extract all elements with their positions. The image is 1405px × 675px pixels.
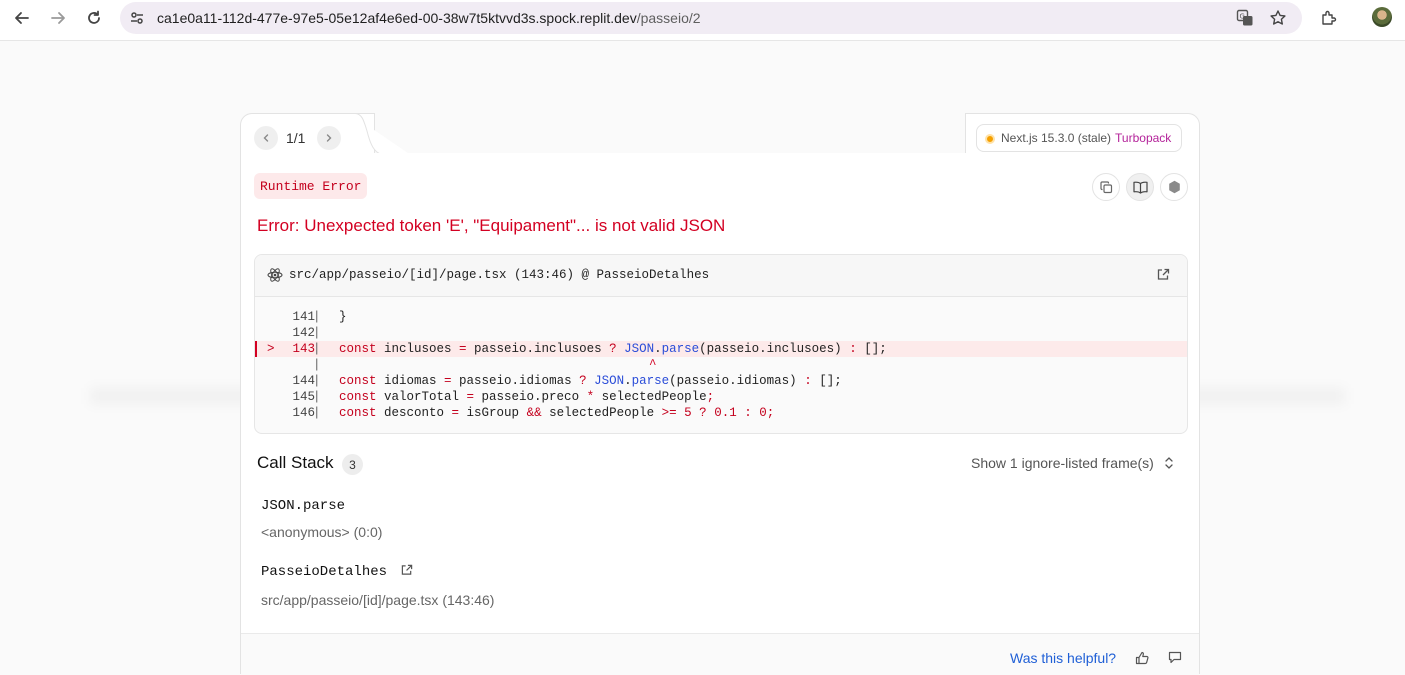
tab-curve <box>350 113 410 155</box>
back-arrow-icon[interactable] <box>8 4 36 32</box>
next-error-button[interactable] <box>317 126 341 150</box>
nextjs-version-badge[interactable]: Next.js 15.3.0 (stale) Turbopack <box>976 124 1183 152</box>
previous-error-button[interactable] <box>254 126 278 150</box>
site-settings-icon[interactable] <box>129 10 145 31</box>
error-overlay-header: 1/1 Next.js 15.3.0 (stale) Turbopack <box>240 113 1200 155</box>
stack-frame-location: src/app/passeio/[id]/page.tsx (143:46) <box>261 592 495 608</box>
error-line-code: const inclusoes = passeio.inclusoes ? JS… <box>339 342 887 356</box>
extensions-puzzle-icon[interactable] <box>1315 4 1343 32</box>
url-text: ca1e0a11-112d-477e-97e5-05e12af4e6ed-00-… <box>157 10 701 26</box>
error-dialog: Runtime Error Error: Unexpected token 'E… <box>240 153 1200 675</box>
error-message: Error: Unexpected token 'E', "Equipament… <box>257 216 726 235</box>
code-lines: 141 |} 142 | >143 | const inclusoes = passei… <box>255 309 1187 421</box>
code-line: 142 | <box>292 326 321 340</box>
feedback-prompt: Was this helpful? <box>1010 650 1117 666</box>
profile-avatar[interactable] <box>1372 7 1392 27</box>
address-bar[interactable]: ca1e0a11-112d-477e-97e5-05e12af4e6ed-00-… <box>120 2 1302 34</box>
thumbs-down-icon[interactable] <box>1168 651 1182 665</box>
show-ignored-frames-toggle[interactable]: Show 1 ignore-listed frame(s) <box>971 455 1174 471</box>
copy-error-button[interactable] <box>1092 173 1120 201</box>
svg-text:G: G <box>1240 13 1245 21</box>
docs-book-button[interactable] <box>1126 173 1154 201</box>
forward-arrow-icon[interactable] <box>44 4 72 32</box>
version-text: Next.js 15.3.0 (stale) <box>1001 131 1112 145</box>
open-in-editor-icon[interactable] <box>401 564 413 576</box>
browser-toolbar: ca1e0a11-112d-477e-97e5-05e12af4e6ed-00-… <box>0 0 1405 41</box>
code-line: 144 | const idiomas = passeio.idiomas ? JS… <box>292 374 842 388</box>
error-count: 1/1 <box>286 130 306 146</box>
thumbs-up-icon[interactable] <box>1135 651 1149 665</box>
stack-frame-name: JSON.parse <box>261 498 346 514</box>
nodejs-inspector-icon[interactable] <box>1160 173 1188 201</box>
open-in-editor-icon[interactable] <box>1157 268 1170 286</box>
overlay-footer: Was this helpful? <box>241 633 1199 675</box>
code-line-error: >143 | const inclusoes = passeio.inclusoes… <box>255 341 1187 357</box>
error-type-badge: Runtime Error <box>254 173 368 199</box>
code-frame-header: src/app/passeio/[id]/page.tsx (143:46) @… <box>255 255 1187 297</box>
code-line: 146 | const desconto = isGroup && selected… <box>292 406 775 420</box>
stack-frame-location: <anonymous> (0:0) <box>261 524 383 540</box>
code-frame: src/app/passeio/[id]/page.tsx (143:46) @… <box>254 254 1188 434</box>
stack-frame-name[interactable]: PasseioDetalhes <box>261 564 413 580</box>
call-stack-count: 3 <box>342 454 363 475</box>
reload-icon[interactable] <box>80 4 108 32</box>
stale-status-dot <box>985 134 995 144</box>
code-line: 145 | const valorTotal = passeio.preco * s… <box>292 390 715 404</box>
code-line: 141 |} <box>292 310 347 324</box>
stack-frame-name-text[interactable]: PasseioDetalhes <box>261 564 387 580</box>
bundler-text: Turbopack <box>1115 131 1172 145</box>
code-line-caret: | ^ <box>313 358 657 372</box>
chevron-up-down-icon <box>1165 457 1173 469</box>
bookmark-star-icon[interactable] <box>1268 8 1288 28</box>
code-frame-file-path: src/app/passeio/[id]/page.tsx (143:46) @… <box>289 268 710 282</box>
ignore-toggle-label: Show 1 ignore-listed frame(s) <box>971 455 1154 471</box>
translate-icon[interactable]: G <box>1235 8 1255 28</box>
card-seam <box>241 153 1199 157</box>
react-icon <box>267 267 283 288</box>
call-stack-title: Call Stack <box>257 453 334 472</box>
